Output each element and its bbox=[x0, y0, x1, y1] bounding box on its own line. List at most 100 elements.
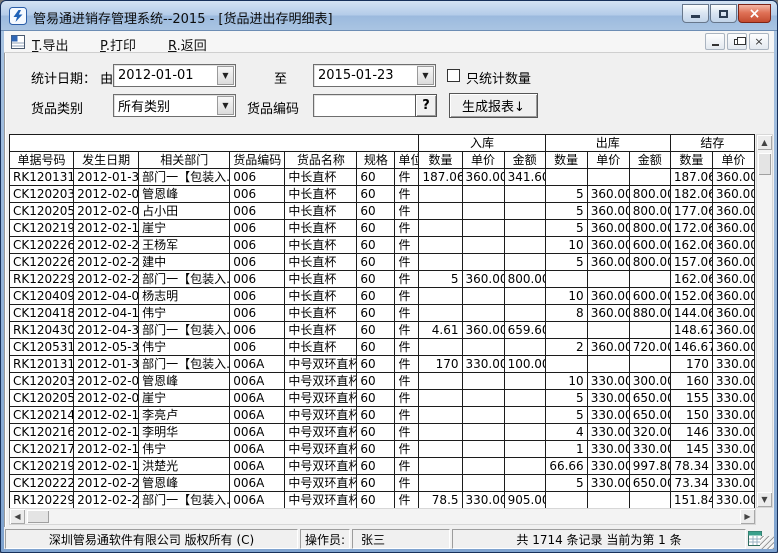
grid-cell: 2012-04-09 bbox=[74, 288, 139, 305]
column-header-out-price[interactable]: 单价 bbox=[587, 152, 629, 169]
table-row[interactable]: RK1202290(2012-02-29 部门一【包装入.006A 中号双环直杯… bbox=[10, 492, 755, 509]
table-row[interactable]: CK1202050(2012-02-05 占小田006 中长直杯60 件 536… bbox=[10, 203, 755, 220]
column-header-date[interactable]: 发生日期 bbox=[74, 152, 139, 169]
grid-cell: 5 bbox=[545, 186, 587, 203]
table-row[interactable]: CK1205310(2012-05-31 伟宁006 中长直杯60 件 2360… bbox=[10, 339, 755, 356]
scroll-down-button[interactable]: ▼ bbox=[757, 492, 772, 507]
table-row[interactable]: CK1202190(2012-02-19 洪楚光006A 中号双环直杯60 件 … bbox=[10, 458, 755, 475]
mdi-restore-button[interactable] bbox=[727, 33, 747, 50]
column-header-row: 单据号码 发生日期 相关部门 货品编码 货品名称 规格 单位 数量 单价 金额 … bbox=[10, 152, 755, 169]
grid-cell: 2012-02-03 bbox=[74, 186, 139, 203]
grid-cell: 60 bbox=[357, 254, 395, 271]
table-row[interactable]: CK1202190(2012-02-19 崖宁006 中长直杯60 件 5360… bbox=[10, 220, 755, 237]
grid-cell: 170 bbox=[670, 356, 712, 373]
scroll-left-icon: ◀ bbox=[14, 513, 20, 521]
menu-bar: T.导出 P.打印 R.返回 × bbox=[4, 31, 774, 53]
column-header-product-code[interactable]: 货品编码 bbox=[230, 152, 285, 169]
date-to-select[interactable]: 2015-01-23 ▼ bbox=[313, 64, 436, 87]
table-row[interactable]: RK1201310(2012-01-31 部门一【包装入.006A 中号双环直杯… bbox=[10, 356, 755, 373]
table-row[interactable]: RK1201310(2012-01-31 部门一【包装入.006 中长直杯60 … bbox=[10, 169, 755, 186]
grid-cell: 997.80 bbox=[629, 458, 670, 475]
table-row[interactable]: CK1204180(2012-04-18 伟宁006 中长直杯60 件 8360… bbox=[10, 305, 755, 322]
grid-cell: 330.00 bbox=[712, 407, 754, 424]
grid-cell: 中长直杯 bbox=[285, 203, 357, 220]
menu-export[interactable]: T.导出 bbox=[28, 34, 73, 55]
status-record-info: 共 1714 条记录 当前为第 1 条 bbox=[452, 529, 746, 549]
table-row[interactable]: CK1202140(2012-02-14 李亮卢006A 中号双环直杯60 件 … bbox=[10, 407, 755, 424]
grid-cell: 146.67 bbox=[670, 339, 712, 356]
category-dropdown-button[interactable]: ▼ bbox=[217, 96, 234, 115]
grid-cell: 件 bbox=[395, 322, 419, 339]
grid-cell: 78.5 bbox=[419, 492, 462, 509]
resize-grip[interactable] bbox=[760, 536, 774, 549]
vertical-scrollbar[interactable]: ▲ ▼ bbox=[756, 134, 773, 508]
column-header-in-price[interactable]: 单价 bbox=[462, 152, 504, 169]
scroll-left-button[interactable]: ◀ bbox=[10, 509, 25, 524]
product-code-input[interactable] bbox=[313, 94, 416, 117]
close-button[interactable]: × bbox=[738, 4, 771, 23]
grid-cell bbox=[504, 254, 545, 271]
column-header-product-name[interactable]: 货品名称 bbox=[285, 152, 357, 169]
date-to-dropdown-button[interactable]: ▼ bbox=[417, 66, 434, 85]
horizontal-scroll-thumb[interactable] bbox=[27, 510, 49, 523]
grid-cell bbox=[419, 458, 462, 475]
grid-cell: 006A bbox=[230, 458, 285, 475]
column-header-doc-no[interactable]: 单据号码 bbox=[10, 152, 74, 169]
close-icon: × bbox=[749, 6, 761, 22]
menu-print-label: .打印 bbox=[106, 39, 136, 54]
scroll-right-button[interactable]: ▶ bbox=[740, 509, 755, 524]
help-button[interactable]: ? bbox=[415, 94, 437, 117]
table-row[interactable]: CK1202260(2012-02-26 王杨军006 中长直杯60 件 103… bbox=[10, 237, 755, 254]
title-bar[interactable]: 管易通进销存管理系统--2015 - [货品进出存明细表] × bbox=[1, 1, 777, 31]
table-row[interactable]: CK1204090(2012-04-09 杨志明006 中长直杯60 件 103… bbox=[10, 288, 755, 305]
menu-return[interactable]: R.返回 bbox=[164, 34, 211, 55]
table-row[interactable]: RK1202290(2012-02-29 部门一【包装入.006 中长直杯60 … bbox=[10, 271, 755, 288]
grid-cell: RK1204300( bbox=[10, 322, 74, 339]
grid-cell: 360.00 bbox=[587, 288, 629, 305]
column-header-department[interactable]: 相关部门 bbox=[139, 152, 230, 169]
generate-report-button[interactable]: 生成报表↓ bbox=[449, 93, 538, 118]
grid-cell: 中长直杯 bbox=[285, 237, 357, 254]
date-from-dropdown-button[interactable]: ▼ bbox=[217, 66, 234, 85]
grid-cell: 330.00 bbox=[712, 492, 754, 509]
vertical-scroll-thumb[interactable] bbox=[758, 153, 771, 175]
horizontal-scrollbar[interactable]: ◀ ▶ bbox=[9, 508, 756, 525]
grid-cell: 件 bbox=[395, 305, 419, 322]
table-row[interactable]: CK1202220(2012-02-22 管恩峰006A 中号双环直杯60 件 … bbox=[10, 475, 755, 492]
status-company: 深圳管易通软件有限公司 版权所有 (C) bbox=[5, 529, 298, 549]
column-header-unit[interactable]: 单位 bbox=[395, 152, 419, 169]
menu-print[interactable]: P.打印 bbox=[96, 34, 140, 55]
grid-cell: 5 bbox=[545, 220, 587, 237]
grid-cell: 中长直杯 bbox=[285, 186, 357, 203]
table-row[interactable]: RK1204300(2012-04-30 部门一【包装入.006 中长直杯60 … bbox=[10, 322, 755, 339]
grid-cell bbox=[419, 203, 462, 220]
table-row[interactable]: CK1202160(2012-02-16 李明华006A 中号双环直杯60 件 … bbox=[10, 424, 755, 441]
grid-cell: 4.61 bbox=[419, 322, 462, 339]
category-select[interactable]: 所有类别 ▼ bbox=[113, 94, 236, 117]
table-row[interactable]: CK1202030(2012-02-03 管恩峰006 中长直杯60 件 536… bbox=[10, 186, 755, 203]
scroll-up-button[interactable]: ▲ bbox=[757, 135, 772, 150]
grid-cell: 管恩峰 bbox=[139, 186, 230, 203]
maximize-button[interactable] bbox=[710, 4, 737, 23]
column-header-in-amount[interactable]: 金额 bbox=[504, 152, 545, 169]
mdi-minimize-button[interactable] bbox=[705, 33, 725, 50]
grid-cell: 60 bbox=[357, 220, 395, 237]
grid-cell: 66.66 bbox=[545, 458, 587, 475]
date-from-select[interactable]: 2012-01-01 ▼ bbox=[113, 64, 236, 87]
grid-cell bbox=[462, 288, 504, 305]
grid-cell bbox=[545, 271, 587, 288]
column-header-bal-qty[interactable]: 数量 bbox=[670, 152, 712, 169]
grid-cell: 720.00 bbox=[629, 339, 670, 356]
table-row[interactable]: CK1202030(2012-02-03 管恩峰006A 中号双环直杯60 件 … bbox=[10, 373, 755, 390]
column-header-out-qty[interactable]: 数量 bbox=[545, 152, 587, 169]
qty-only-checkbox[interactable] bbox=[447, 69, 460, 82]
column-header-out-amount[interactable]: 金额 bbox=[629, 152, 670, 169]
column-header-bal-price[interactable]: 单价 bbox=[712, 152, 754, 169]
mdi-close-button[interactable]: × bbox=[749, 33, 769, 50]
table-row[interactable]: CK1202170(2012-02-17 伟宁006A 中号双环直杯60 件 1… bbox=[10, 441, 755, 458]
column-header-in-qty[interactable]: 数量 bbox=[419, 152, 462, 169]
table-row[interactable]: CK1202050(2012-02-05 崖宁006A 中号双环直杯60 件 5… bbox=[10, 390, 755, 407]
minimize-button[interactable] bbox=[682, 4, 709, 23]
table-row[interactable]: CK1202260(2012-02-26 建中006 中长直杯60 件 5360… bbox=[10, 254, 755, 271]
column-header-spec[interactable]: 规格 bbox=[357, 152, 395, 169]
